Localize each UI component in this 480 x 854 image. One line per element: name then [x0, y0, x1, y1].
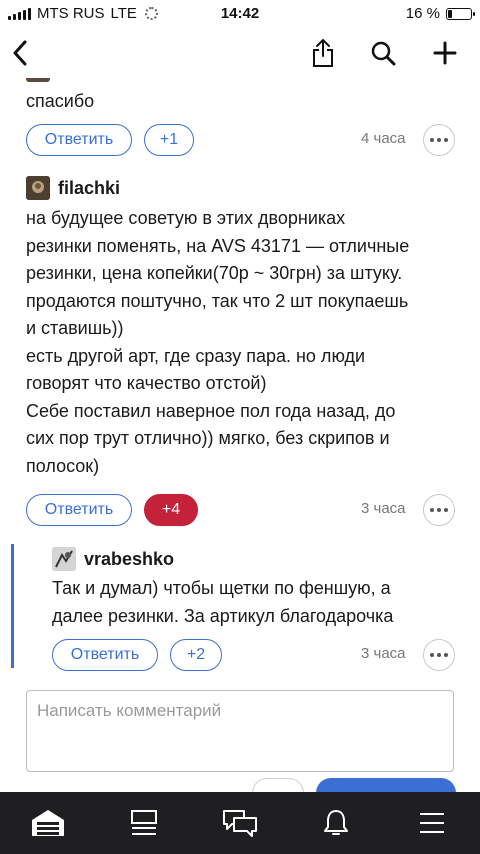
attach-photo-button[interactable] — [252, 778, 304, 792]
avatar — [26, 78, 50, 82]
notifications-icon — [324, 810, 348, 835]
share-icon[interactable] — [306, 36, 340, 70]
tab-menu[interactable] — [384, 792, 480, 854]
feed-icon — [131, 810, 157, 835]
score-badge[interactable]: +2 — [170, 639, 222, 671]
comment-line: Так и думал) чтобы щетки по феншую, а — [52, 578, 391, 598]
avatar[interactable] — [26, 176, 50, 200]
comment-time: 3 часа — [361, 645, 406, 662]
comment-text: на будущее советую в этих дворниках рези… — [26, 205, 409, 480]
comment-line: спасибо — [26, 91, 95, 111]
score-badge[interactable]: +1 — [144, 124, 194, 156]
comment-line: продаются поштучно, так что 2 шт покупае… — [26, 290, 409, 311]
comment-line: Себе поставил наверное пол года назад, д… — [26, 400, 396, 421]
tab-bar — [0, 792, 480, 854]
reply-button[interactable]: Ответить — [52, 639, 158, 671]
score-badge[interactable]: +4 — [144, 494, 198, 526]
comment-line: и ставишь)) — [26, 318, 124, 338]
comment-line: далее резинки. За артикул благодарочка — [52, 605, 394, 626]
comment-time: 3 часа — [361, 500, 406, 517]
more-options-button[interactable] — [423, 124, 455, 156]
reply-thread-indicator — [11, 544, 14, 668]
comment-text: спасибо — [26, 88, 94, 116]
tab-messages[interactable] — [192, 792, 288, 854]
garage-icon — [32, 810, 64, 836]
author-name[interactable]: filachki — [58, 178, 120, 199]
comment-line: резинки, цена копейки(70р ~ 30грн) за шт… — [26, 263, 403, 283]
comment-line: есть другой арт, где сразу пара. но люди — [26, 345, 366, 366]
comment-line: полосок) — [26, 455, 100, 476]
messages-icon — [223, 810, 257, 837]
reply-button[interactable]: Ответить — [26, 494, 132, 526]
search-icon[interactable] — [366, 36, 400, 70]
status-bar: MTS RUS LTE 14:42 16 % — [0, 0, 480, 28]
battery-icon — [446, 7, 475, 20]
tab-garage[interactable] — [0, 792, 96, 854]
comment-input-placeholder: Написать комментарий — [37, 701, 222, 720]
more-options-button[interactable] — [423, 639, 455, 671]
reply-button[interactable]: Ответить — [26, 124, 132, 156]
more-options-button[interactable] — [423, 494, 455, 526]
add-icon[interactable] — [428, 36, 462, 70]
comment-line: резинки поменять, на AVS 43171 — отличны… — [26, 235, 410, 256]
tab-feed[interactable] — [96, 792, 192, 854]
back-icon[interactable] — [3, 36, 37, 70]
comment-input[interactable]: Написать комментарий — [26, 690, 454, 772]
comment-line: говорят что качество отстой) — [26, 373, 267, 393]
navigation-bar — [0, 28, 480, 78]
menu-icon — [420, 813, 444, 833]
tab-notifications[interactable] — [288, 792, 384, 854]
comment-text: Так и думал) чтобы щетки по феншую, а да… — [52, 575, 393, 630]
comment-line: на будущее советую в этих дворниках — [26, 208, 346, 228]
comments-list: спасибо Ответить +1 4 часа filachki на б… — [0, 78, 480, 792]
comment-time: 4 часа — [361, 130, 406, 147]
send-button[interactable] — [316, 778, 456, 792]
comment-line: сих пор трут отлично)) мягко, без скрипо… — [26, 428, 390, 448]
author-name[interactable]: vrabeshko — [84, 549, 174, 570]
avatar[interactable] — [52, 547, 76, 571]
battery-percent: 16 % — [405, 5, 440, 22]
